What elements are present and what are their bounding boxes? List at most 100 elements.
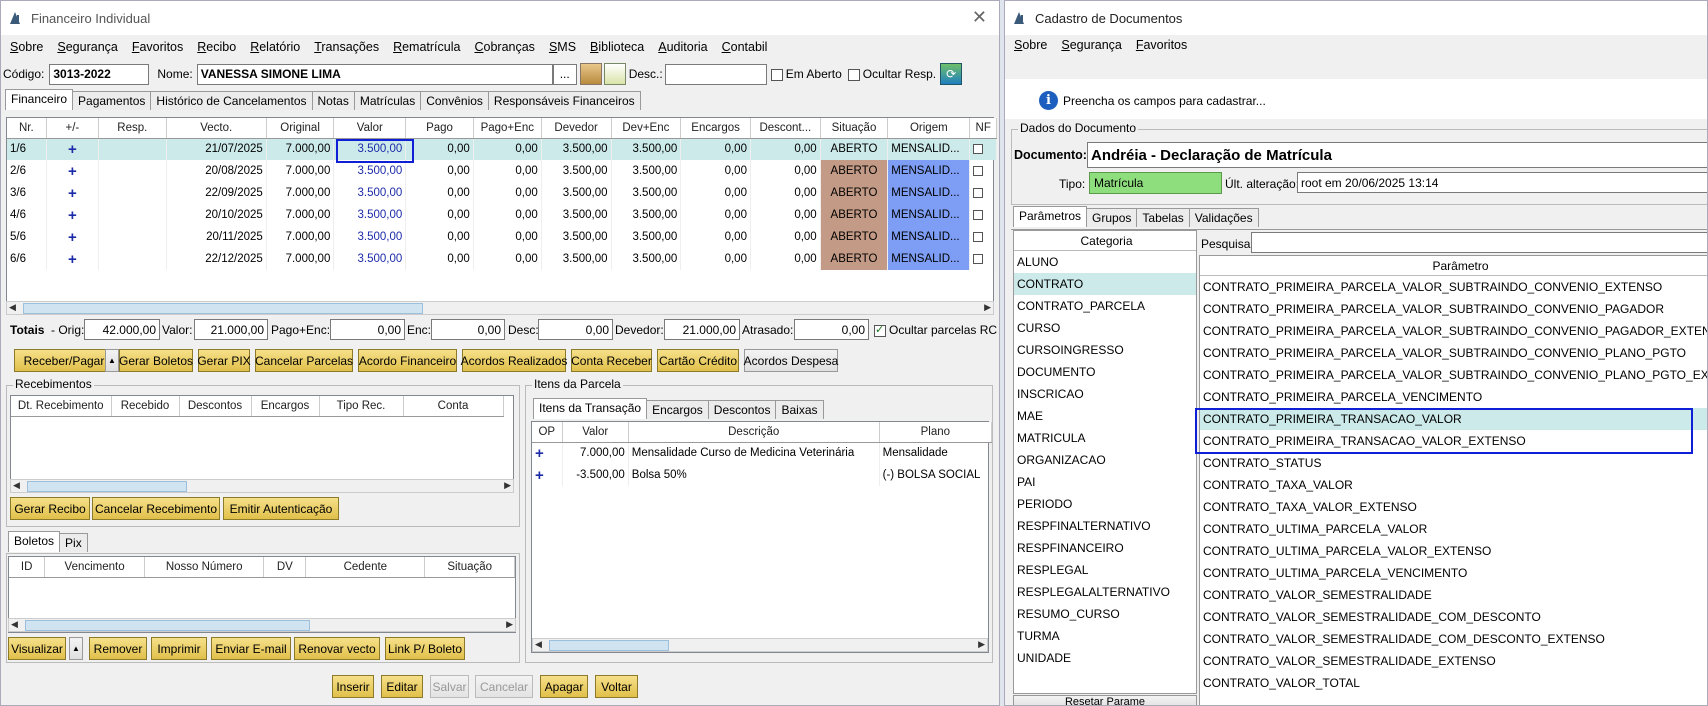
tab-tabelas[interactable]: Tabelas: [1136, 208, 1190, 227]
cancelar-recebimento-button[interactable]: Cancelar Recebimento: [92, 497, 220, 520]
visualizar-dropdown-icon[interactable]: ▲: [69, 637, 83, 660]
categoria-item-contrato-parcela[interactable]: CONTRATO_PARCELA: [1014, 295, 1196, 317]
imprimir-button[interactable]: Imprimir: [151, 637, 207, 660]
rec-column-dt-recebimento[interactable]: Dt. Recebimento: [11, 396, 112, 417]
categoria-item-inscricao[interactable]: INSCRICAO: [1014, 383, 1196, 405]
tab-financeiro[interactable]: Financeiro: [5, 89, 74, 110]
menu-rematricula[interactable]: Rematrícula: [393, 40, 460, 54]
itens-column-descricao[interactable]: Descrição: [628, 422, 880, 443]
parametro-item[interactable]: CONTRATO_VALOR_SEMESTRALIDADE_EXTENSO: [1200, 650, 1707, 672]
categoria-item-mae[interactable]: MAE: [1014, 405, 1196, 427]
search-nome-button[interactable]: ...: [552, 63, 577, 85]
tab-responsaveis-financeiros[interactable]: Responsáveis Financeiros: [487, 91, 641, 110]
recebimentos-hscroll[interactable]: ◀ ▶: [10, 479, 514, 493]
column-header-nf[interactable]: NF: [969, 118, 997, 139]
categoria-item-turma[interactable]: TURMA: [1014, 625, 1196, 647]
categoria-item-organizacao[interactable]: ORGANIZACAO: [1014, 449, 1196, 471]
menu-sms[interactable]: SMS: [549, 40, 576, 54]
desc-field[interactable]: [664, 63, 767, 85]
table-row[interactable]: 5/6 +20/11/2025 7.000,00 3.500,00 0,00 0,00 3.…: [7, 226, 997, 248]
remover-button[interactable]: Remover: [89, 637, 147, 660]
parametro-item[interactable]: CONTRATO_VALOR_TOTAL: [1200, 672, 1707, 694]
categoria-item-periodo[interactable]: PERIODO: [1014, 493, 1196, 515]
itens-row[interactable]: +7.000,00 Mensalidade Curso de Medicina V…: [532, 442, 993, 464]
cell-[interactable]: +: [46, 160, 100, 182]
column-header-origem[interactable]: Origem: [887, 118, 971, 139]
bol-column-vencimento[interactable]: Vencimento: [44, 557, 145, 578]
rec-column-descontos[interactable]: Descontos: [179, 396, 252, 417]
column-header-original[interactable]: Original: [266, 118, 335, 139]
categoria-item-curso[interactable]: CURSO: [1014, 317, 1196, 339]
categoria-item-pai[interactable]: PAI: [1014, 471, 1196, 493]
cell-nf[interactable]: [969, 204, 997, 226]
cell-[interactable]: +: [46, 204, 100, 226]
cell-[interactable]: +: [46, 226, 100, 248]
tab-parametros[interactable]: Parâmetros: [1013, 206, 1088, 227]
tab-validacoes[interactable]: Validações: [1188, 208, 1259, 227]
rec-column-conta[interactable]: Conta: [403, 396, 504, 417]
categoria-item-resumo-curso[interactable]: RESUMO_CURSO: [1014, 603, 1196, 625]
menu-relatorio[interactable]: Relatório: [250, 40, 300, 54]
column-header-pago[interactable]: Pago: [405, 118, 474, 139]
tab-historico-de-cancelamentos[interactable]: Histórico de Cancelamentos: [150, 91, 313, 110]
action-acordos-realizados-button[interactable]: Acordos Realizados: [461, 349, 567, 372]
cell-nf[interactable]: [969, 226, 997, 248]
action-acordos-despesa-button[interactable]: Acordos Despesa: [744, 349, 838, 372]
categoria-item-respfinanceiro[interactable]: RESPFINANCEIRO: [1014, 537, 1196, 559]
menu-cobrancas[interactable]: Cobranças: [474, 40, 534, 54]
resetar-parametros-button[interactable]: Resetar Parame: [1013, 695, 1197, 705]
tab-boletos[interactable]: Boletos: [8, 531, 61, 552]
categoria-item-matricula[interactable]: MATRICULA: [1014, 427, 1196, 449]
action-conta-receber-button[interactable]: Conta Receber: [571, 349, 652, 372]
menu-contabil[interactable]: Contabil: [722, 40, 768, 54]
categoria-item-documento[interactable]: DOCUMENTO: [1014, 361, 1196, 383]
action-cancelar-parcelas-button[interactable]: Cancelar Parcelas: [255, 349, 353, 372]
parametro-item[interactable]: CONTRATO_PRIMEIRA_PARCELA_VALOR_SUBTRAIN…: [1200, 342, 1707, 364]
categoria-item-respfinalternativo[interactable]: RESPFINALTERNATIVO: [1014, 515, 1196, 537]
categoria-item-resplegalalternativo[interactable]: RESPLEGALALTERNATIVO: [1014, 581, 1196, 603]
nome-field[interactable]: VANESSA SIMONE LIMA: [196, 63, 553, 85]
cell-nf[interactable]: [969, 138, 997, 160]
column-header-[interactable]: +/-: [46, 118, 100, 139]
enviar-e-mail-button[interactable]: Enviar E-mail: [211, 637, 291, 660]
boletos-hscroll[interactable]: ◀ ▶: [8, 618, 516, 632]
categoria-item-cursoingresso[interactable]: CURSOINGRESSO: [1014, 339, 1196, 361]
parametro-item[interactable]: CONTRATO_PRIMEIRA_PARCELA_VALOR_SUBTRAIN…: [1200, 320, 1707, 342]
parametro-item[interactable]: CONTRATO_TAXA_VALOR_EXTENSO: [1200, 496, 1707, 518]
parametro-item[interactable]: CONTRATO_PRIMEIRA_PARCELA_VALOR_SUBTRAIN…: [1200, 276, 1707, 298]
action-acordo-financeiro-button[interactable]: Acordo Financeiro: [358, 349, 457, 372]
tab-pix[interactable]: Pix: [59, 533, 88, 552]
tab-encargos[interactable]: Encargos: [646, 400, 709, 419]
tab-notas[interactable]: Notas: [311, 91, 355, 110]
voltar-button[interactable]: Voltar: [595, 675, 638, 698]
menu-auditoria[interactable]: Auditoria: [658, 40, 707, 54]
menu-sobre[interactable]: Sobre: [1014, 38, 1047, 52]
itens-row[interactable]: + -3.500,00 Bolsa 50% (-) BOLSA SOCIAL: [532, 464, 993, 486]
inserir-button[interactable]: Inserir: [332, 675, 374, 698]
apagar-button[interactable]: Apagar: [540, 675, 588, 698]
rec-column-tipo-rec[interactable]: Tipo Rec.: [319, 396, 404, 417]
cell-op[interactable]: +: [532, 464, 563, 486]
rec-column-encargos[interactable]: Encargos: [251, 396, 320, 417]
tab-baixas[interactable]: Baixas: [775, 400, 824, 419]
parametro-item[interactable]: CONTRATO_VALOR_SEMESTRALIDADE_COM_DESCON…: [1200, 606, 1707, 628]
menu-seguranca[interactable]: Segurança: [1061, 38, 1121, 52]
bol-column-dv[interactable]: DV: [263, 557, 307, 578]
parametro-item[interactable]: CONTRATO_PRIMEIRA_PARCELA_VALOR_SUBTRAIN…: [1200, 298, 1707, 320]
close-icon[interactable]: ✕: [972, 7, 987, 28]
menu-seguranca[interactable]: Segurança: [57, 40, 117, 54]
column-header-devedor[interactable]: Devedor: [541, 118, 612, 139]
categoria-item-resplegal[interactable]: RESPLEGAL: [1014, 559, 1196, 581]
categoria-item-aluno[interactable]: ALUNO: [1014, 251, 1196, 273]
bol-column-situacao[interactable]: Situação: [424, 557, 515, 578]
cell-nf[interactable]: [969, 182, 997, 204]
cell-nf[interactable]: [969, 248, 997, 270]
action-gerar-pix-button[interactable]: Gerar PIX: [197, 349, 251, 372]
codigo-field[interactable]: 3013-2022: [49, 63, 150, 85]
action-gerar-boletos-button[interactable]: Gerar Boletos: [119, 349, 193, 372]
emitir-autenticacao-button[interactable]: Emitir Autenticação: [223, 497, 339, 520]
tab-matriculas[interactable]: Matrículas: [353, 91, 422, 110]
refresh-icon[interactable]: ⟳: [940, 63, 963, 85]
visualizar-button[interactable]: Visualizar: [8, 637, 66, 660]
column-header-descont[interactable]: Descont...: [750, 118, 821, 139]
